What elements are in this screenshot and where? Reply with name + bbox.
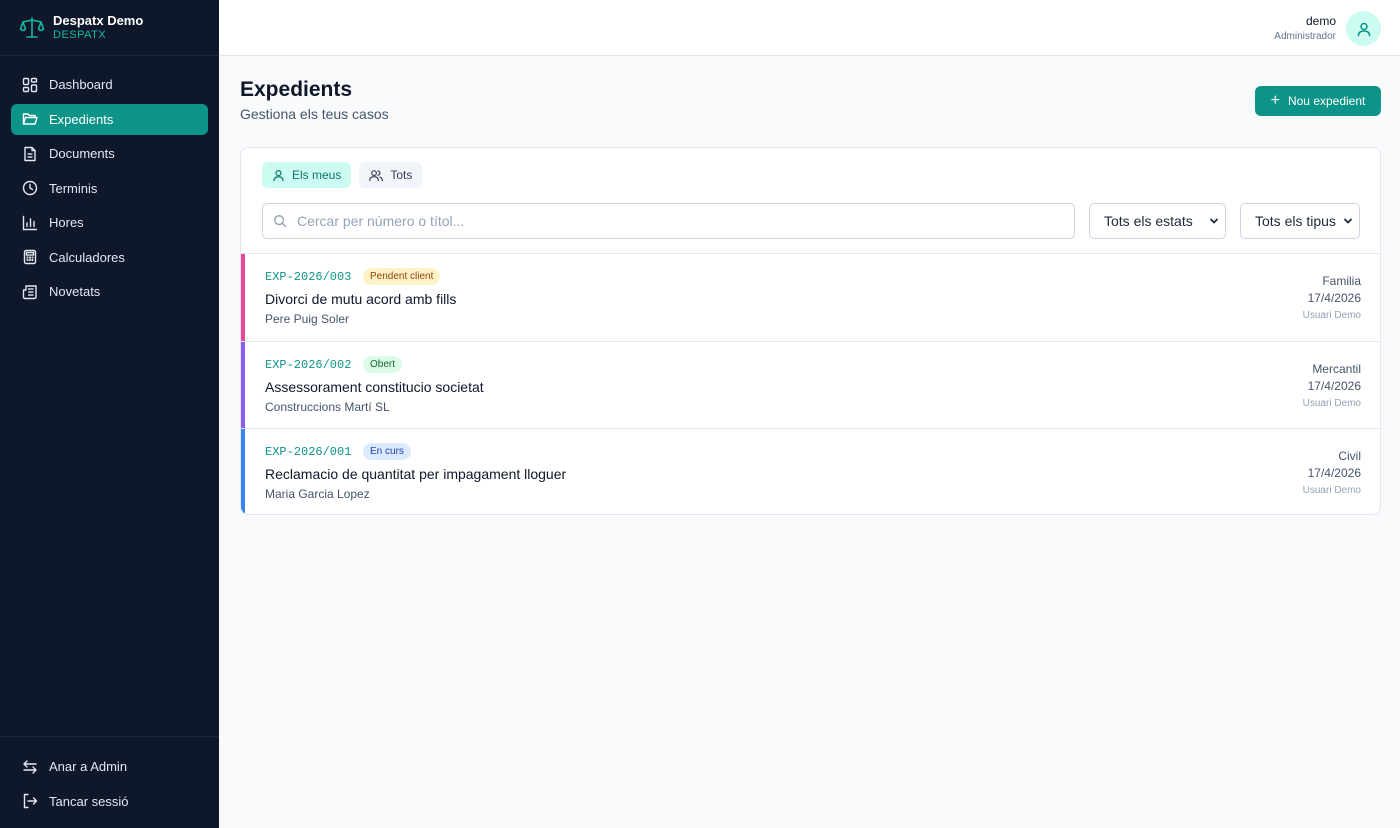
document-icon	[24, 146, 36, 161]
case-type: Mercantil	[1312, 361, 1361, 376]
status-badge: Obert	[363, 355, 403, 373]
case-client: Construccions Martí SL	[265, 399, 390, 414]
sidebar-item-label: Documents	[49, 146, 115, 161]
user-icon	[1357, 22, 1370, 36]
type-filter-value: Tots els tipus	[1255, 213, 1336, 229]
case-owner: Usuari Demo	[1302, 310, 1361, 321]
sidebar-item-novetats[interactable]: Novetats	[11, 276, 208, 307]
sidebar-item-label: Hores	[49, 215, 84, 230]
page-title: Expedients	[240, 78, 353, 101]
sidebar: Despatx Demo DESPATX Dashboard Expedient…	[0, 0, 219, 828]
case-accent-bar	[241, 429, 245, 514]
sidebar-item-label: Tancar sessió	[49, 793, 129, 809]
dashboard-icon	[22, 77, 38, 92]
user-info: demo Administrador	[1274, 14, 1336, 44]
sidebar-nav: Dashboard Expedients Documents Terminis …	[0, 56, 219, 307]
sidebar-item-calculadores[interactable]: Calculadores	[11, 242, 208, 273]
sidebar-item-documents[interactable]: Documents	[11, 138, 208, 169]
case-client: Pere Puig Soler	[265, 312, 350, 326]
status-filter-select[interactable]: Tots els estats	[1089, 203, 1226, 239]
case-date: 17/4/2026	[1307, 291, 1361, 305]
case-accent-bar	[241, 254, 245, 341]
case-client: Maria Garcia Lopez	[265, 487, 370, 501]
top-bar: demo Administrador	[219, 0, 1400, 56]
scales-logo-icon	[19, 16, 45, 38]
sidebar-item-label: Novetats	[49, 284, 101, 299]
search-box	[262, 203, 1075, 239]
users-icon	[369, 169, 384, 181]
case-title: Assessorament constitucio societat	[265, 378, 484, 395]
logout-button[interactable]: Tancar sessió	[11, 786, 208, 817]
sidebar-item-expedients[interactable]: Expedients	[11, 103, 208, 135]
page-subtitle: Gestiona els teus casos	[240, 106, 389, 122]
case-code: EXP-2026/001	[265, 445, 352, 459]
newspaper-icon	[22, 284, 37, 299]
type-filter-select[interactable]: Tots els tipus	[1240, 203, 1360, 239]
new-case-button[interactable]: + Nou expedient	[1255, 86, 1381, 116]
case-accent-bar	[241, 341, 245, 428]
case-title: Divorci de mutu acord amb fills	[265, 291, 457, 307]
case-title: Reclamacio de quantitat per impagament l…	[265, 466, 567, 482]
scope-tabs: Els meus Tots	[262, 162, 430, 188]
bar-chart-icon	[22, 215, 38, 230]
sidebar-item-label: Calculadores	[49, 249, 125, 265]
case-code: EXP-2026/003	[265, 270, 352, 284]
case-type: Familia	[1322, 274, 1361, 288]
case-row[interactable]: EXP-2026/002 Obert Assessorament constit…	[241, 340, 1380, 428]
chevron-down-icon	[1344, 218, 1352, 224]
case-owner: Usuari Demo	[1302, 397, 1361, 409]
sidebar-item-label: Dashboard	[49, 77, 113, 92]
plus-icon: +	[1270, 92, 1280, 109]
status-filter-value: Tots els estats	[1104, 213, 1193, 229]
tab-label: Tots	[390, 168, 413, 182]
sidebar-item-dashboard[interactable]: Dashboard	[11, 69, 208, 100]
folder-open-icon	[22, 113, 38, 125]
search-icon	[274, 215, 287, 228]
chevron-down-icon	[1210, 218, 1218, 224]
tab-all[interactable]: Tots	[359, 162, 423, 188]
sidebar-item-terminis[interactable]: Terminis	[11, 173, 208, 204]
sidebar-item-label: Expedients	[49, 111, 114, 127]
brand-name: Despatx Demo	[53, 13, 144, 28]
sidebar-item-label: Terminis	[49, 180, 98, 196]
sidebar-footer: Anar a Admin Tancar sessió	[0, 736, 219, 828]
status-badge: En curs	[363, 443, 411, 460]
user-role: Administrador	[1274, 31, 1336, 42]
case-date: 17/4/2026	[1307, 466, 1361, 480]
status-badge: Pendent client	[363, 268, 441, 285]
tab-mine[interactable]: Els meus	[262, 162, 352, 188]
avatar[interactable]	[1346, 11, 1381, 46]
case-date: 17/4/2026	[1307, 378, 1361, 393]
case-type: Civil	[1338, 449, 1361, 463]
sidebar-item-hores[interactable]: Hores	[11, 207, 208, 238]
user-icon	[273, 169, 284, 181]
user-name: demo	[1305, 14, 1336, 28]
new-case-button-label: Nou expedient	[1287, 94, 1366, 108]
cases-list: EXP-2026/003 Pendent client Divorci de m…	[241, 253, 1380, 514]
go-to-admin-button[interactable]: Anar a Admin	[11, 751, 208, 782]
case-row[interactable]: EXP-2026/003 Pendent client Divorci de m…	[241, 253, 1380, 341]
cases-card: Els meus Tots Tots els estats Tots els t…	[240, 147, 1381, 515]
logout-icon	[23, 793, 38, 809]
case-owner: Usuari Demo	[1302, 485, 1361, 496]
brand[interactable]: Despatx Demo DESPATX	[0, 0, 219, 56]
tab-label: Els meus	[292, 168, 342, 182]
brand-subtitle: DESPATX	[53, 29, 107, 41]
swap-icon	[23, 759, 37, 774]
sidebar-item-label: Anar a Admin	[49, 759, 128, 774]
clock-icon	[22, 180, 38, 196]
search-input[interactable]	[297, 213, 1037, 229]
case-row[interactable]: EXP-2026/001 En curs Reclamacio de quant…	[241, 428, 1380, 514]
case-code: EXP-2026/002	[265, 357, 352, 372]
calculator-icon	[23, 249, 37, 265]
